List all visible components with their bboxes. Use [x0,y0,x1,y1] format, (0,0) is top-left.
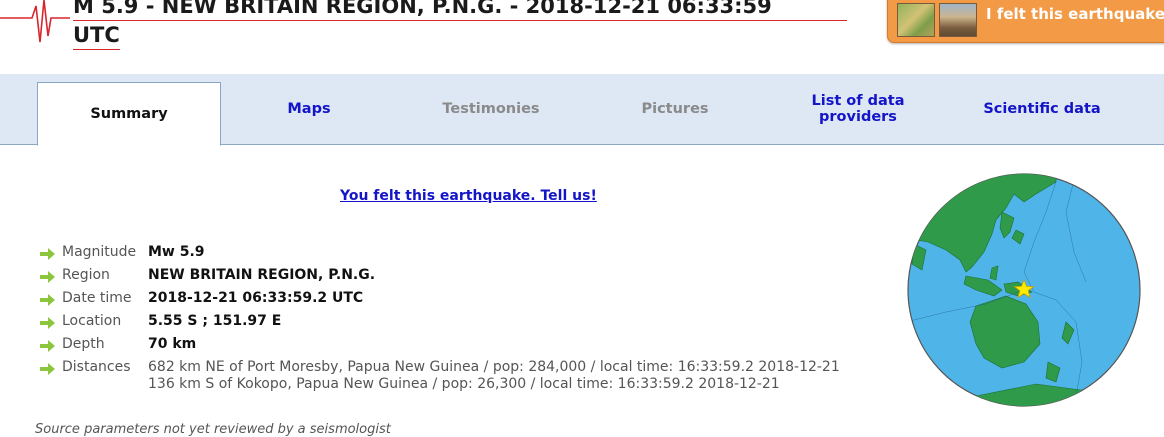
tab-scientific-data[interactable]: Scientific data [951,74,1133,144]
green-arrow-icon [40,336,62,355]
tab-summary[interactable]: Summary [37,82,221,146]
parameter-label: Distances [62,359,131,375]
green-arrow-icon [40,359,62,378]
parameter-label: Location [62,313,122,329]
distances-values: 682 km NE of Port Moresby, Papua New Gui… [148,359,840,399]
felt-thumbnails [897,3,977,37]
tab-maps-label: Maps [287,101,331,117]
felt-report-link[interactable]: You felt this earthquake. Tell us! [340,188,597,204]
distance-line: 136 km S of Kokopo, Papua New Guinea / p… [148,376,780,392]
parameter-value: 5.55 S ; 151.97 E [148,313,282,329]
parameter-row-depth: Depth 70 km [40,336,840,359]
tab-pictures-label: Pictures [641,101,709,117]
review-note: Source parameters not yet reviewed by a … [35,422,391,437]
damage-photo-thumbnail-image [939,3,977,37]
tab-bar: Summary Maps Testimonies Pictures List o… [0,74,1164,146]
tab-testimonies[interactable]: Testimonies [400,74,582,144]
parameter-value: NEW BRITAIN REGION, P.N.G. [148,267,376,283]
seismogram-logo-icon [0,0,70,43]
parameter-label: Depth [62,336,105,352]
i-felt-this-earthquake-label: I felt this earthquake [986,5,1164,23]
tab-pictures[interactable]: Pictures [584,74,766,144]
parameter-value: 2018-12-21 06:33:59.2 UTC [148,290,364,306]
parameter-label: Date time [62,290,132,306]
tab-data-providers-label: List of data providers [811,93,905,125]
event-parameters-list: Magnitude Mw 5.9 Region NEW BRITAIN REGI… [40,244,840,399]
tab-scientific-data-label: Scientific data [983,101,1101,117]
parameter-label: Region [62,267,110,283]
parameter-value: Mw 5.9 [148,244,205,260]
tab-list-of-data-providers[interactable]: List of data providers [768,74,948,144]
green-arrow-icon [40,267,62,286]
parameter-row-distances: Distances 682 km NE of Port Moresby, Pap… [40,359,840,399]
map-thumbnail-image [897,3,935,37]
parameter-label: Magnitude [62,244,137,260]
distance-line: 682 km NE of Port Moresby, Papua New Gui… [148,359,840,375]
page-title-line2: UTC [73,21,120,50]
i-felt-this-earthquake-button[interactable]: I felt this earthquake [887,0,1164,43]
tab-testimonies-label: Testimonies [442,101,540,117]
parameter-row-date-time: Date time 2018-12-21 06:33:59.2 UTC [40,290,840,313]
tab-summary-label: Summary [90,106,168,122]
epicenter-globe-map[interactable] [906,172,1142,408]
parameter-row-region: Region NEW BRITAIN REGION, P.N.G. [40,267,840,290]
green-arrow-icon [40,313,62,332]
green-arrow-icon [40,244,62,263]
green-arrow-icon [40,290,62,309]
parameter-value: 70 km [148,336,197,352]
parameter-row-magnitude: Magnitude Mw 5.9 [40,244,840,267]
page-title: M 5.9 - NEW BRITAIN REGION, P.N.G. - 201… [73,0,863,50]
parameter-row-location: Location 5.55 S ; 151.97 E [40,313,840,336]
page-title-line1: M 5.9 - NEW BRITAIN REGION, P.N.G. - 201… [73,0,847,21]
tab-maps[interactable]: Maps [218,74,400,144]
